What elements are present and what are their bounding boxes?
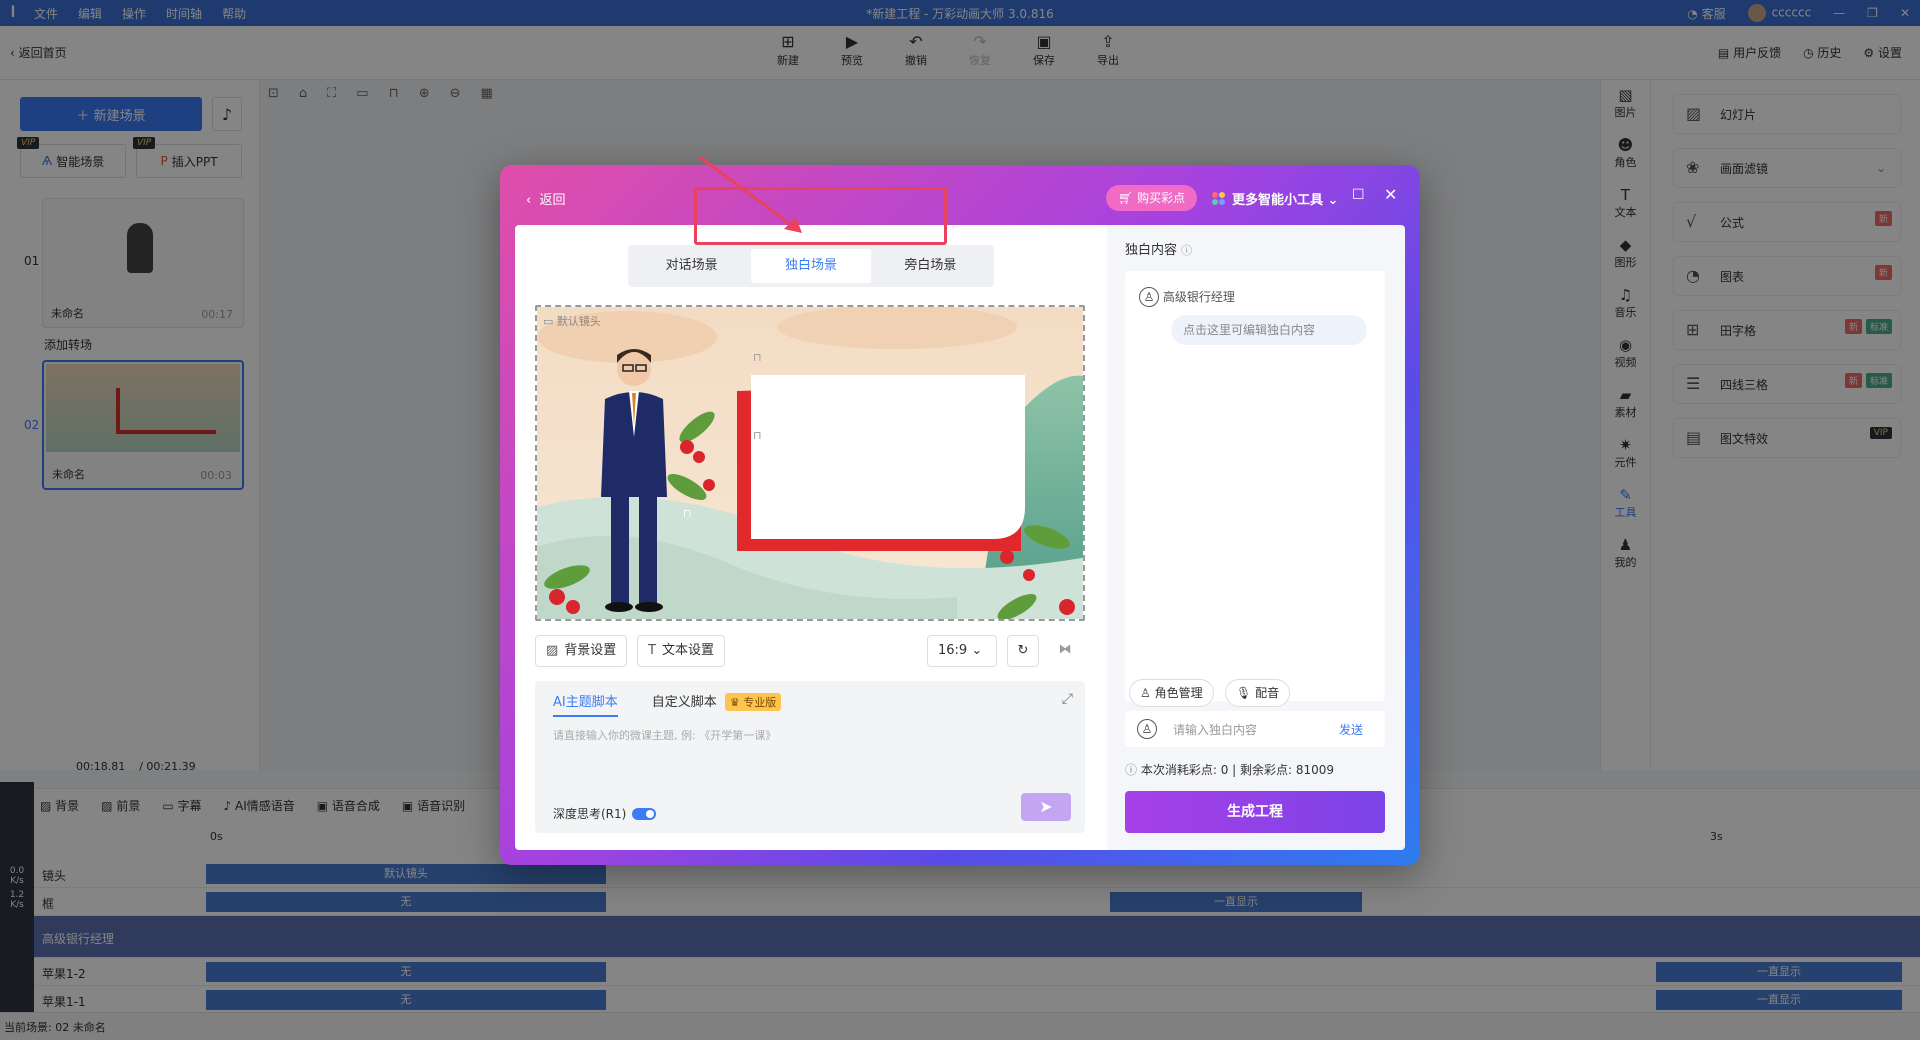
flip-button[interactable]: ⧓ [1049, 635, 1081, 667]
maximize-button[interactable]: ☐ [1352, 187, 1365, 203]
generate-project-button[interactable]: 生成工程 [1125, 791, 1385, 833]
script-panel: AI主题脚本 自定义脚本 ♛ 专业版 ⤢ 请直接输入你的微课主题, 例: 《开学… [535, 681, 1085, 833]
speaker-row: ♙ 高级银行经理 [1139, 287, 1235, 307]
cart-icon: 🛒︎ [1118, 191, 1134, 205]
send-button[interactable]: 发送 [1339, 721, 1363, 738]
dialog-close-button[interactable]: ✕ [1384, 185, 1397, 204]
dialog-back-label: 返回 [539, 193, 566, 208]
camera-label-text: 默认镜头 [556, 315, 601, 328]
dubbing-button[interactable]: 🎙︎ 配音 [1225, 679, 1291, 707]
text-icon: T [648, 643, 656, 658]
info-icon[interactable]: ⓘ [1181, 244, 1192, 257]
scene-preview-art [537, 307, 1083, 619]
toggle-switch[interactable] [632, 808, 657, 820]
buy-points-button[interactable]: 🛒︎ 购买彩点 [1106, 185, 1198, 211]
ai-scene-dialog: ‹ 返回 🛒︎ 购买彩点 更多智能小工具 ⌄ ☐ ✕ 对话场景 独白场景 旁白场… [500, 165, 1420, 865]
pro-badge-label: 专业版 [743, 696, 777, 709]
microphone-icon: 🎙︎ [1236, 686, 1252, 700]
chevron-down-icon: ⌄ [1327, 193, 1339, 208]
lock-icon[interactable]: ⊓ [1013, 493, 1022, 506]
dubbing-label: 配音 [1255, 686, 1280, 700]
expand-icon[interactable]: ⤢ [1062, 691, 1073, 707]
dialog-back-button[interactable]: ‹ 返回 [526, 189, 565, 208]
speaker-name: 高级银行经理 [1162, 290, 1235, 304]
deep-think-label: 深度思考(R1) [553, 807, 627, 821]
monologue-input[interactable]: ♙ 请输入独白内容 发送 [1125, 711, 1385, 747]
text-settings-button[interactable]: T 文本设置 [637, 635, 725, 667]
deep-think-toggle[interactable]: 深度思考(R1) [553, 805, 657, 822]
background-settings-button[interactable]: ▨ 背景设置 [535, 635, 628, 667]
script-input[interactable]: 请直接输入你的微课主题, 例: 《开学第一课》 [553, 727, 776, 743]
scene-preview[interactable]: ▭ 默认镜头 ⊓ ⊓ ⊓ ⊓ [535, 305, 1085, 621]
preview-controls: ▨ 背景设置 T 文本设置 16:9 ⌄ ↻ ⧓ [535, 635, 1085, 667]
monologue-bubble[interactable]: 点击这里可编辑独白内容 [1171, 315, 1367, 345]
text-settings-label: 文本设置 [661, 643, 714, 658]
user-icon: ♙ [1140, 686, 1151, 700]
info-icon: ⓘ [1125, 763, 1138, 777]
crown-icon: ♛ [729, 696, 740, 709]
monologue-title: 独白内容 ⓘ [1125, 239, 1192, 258]
person-icon: ♙ [1137, 719, 1157, 739]
tab-monologue-scene[interactable]: 独白场景 [751, 249, 871, 283]
lock-icon[interactable]: ⊓ [753, 351, 762, 364]
points-info: ⓘ 本次消耗彩点: 0 | 剩余彩点: 81009 [1125, 761, 1334, 778]
points-info-text: 本次消耗彩点: 0 | 剩余彩点: 81009 [1140, 763, 1335, 777]
bg-settings-label: 背景设置 [564, 643, 617, 658]
dialog-right-pane: 独白内容 ⓘ ♙ 高级银行经理 点击这里可编辑独白内容 ♙ 角色管理 🎙︎ 配音… [1107, 225, 1405, 850]
role-management-button[interactable]: ♙ 角色管理 [1129, 679, 1214, 707]
chevron-down-icon: ⌄ [971, 643, 983, 658]
reset-button[interactable]: ↻ [1007, 635, 1039, 667]
buy-points-label: 购买彩点 [1137, 191, 1186, 205]
background-icon: ▨ [546, 643, 559, 658]
send-icon: ➤ [1039, 797, 1053, 816]
custom-script-label: 自定义脚本 [651, 695, 717, 710]
camera-label: ▭ 默认镜头 [543, 315, 601, 328]
more-tools-label: 更多智能小工具 [1232, 193, 1324, 208]
monologue-content: ♙ 高级银行经理 点击这里可编辑独白内容 ♙ 角色管理 🎙︎ 配音 [1125, 271, 1385, 707]
lock-icon[interactable]: ⊓ [753, 429, 762, 442]
dialog-left-pane: 对话场景 独白场景 旁白场景 ▭ 默认镜头 ⊓ ⊓ ⊓ ⊓ ▨ 背景设置 T 文… [515, 225, 1107, 850]
flip-icon: ⧓ [1058, 642, 1072, 657]
apps-icon [1212, 192, 1226, 206]
refresh-icon: ↻ [1017, 643, 1029, 658]
scene-type-tabs: 对话场景 独白场景 旁白场景 [628, 245, 994, 287]
role-mgmt-label: 角色管理 [1154, 686, 1203, 700]
script-send-button[interactable]: ➤ [1021, 793, 1071, 821]
ratio-select[interactable]: 16:9 ⌄ [927, 635, 997, 667]
person-icon: ♙ [1139, 287, 1159, 307]
tab-ai-script[interactable]: AI主题脚本 [553, 691, 618, 717]
lock-icon[interactable]: ⊓ [683, 507, 692, 520]
tab-custom-script[interactable]: 自定义脚本 ♛ 专业版 [652, 691, 782, 717]
more-tools-dropdown[interactable]: 更多智能小工具 ⌄ [1212, 189, 1338, 208]
input-placeholder: 请输入独白内容 [1173, 723, 1258, 737]
script-tabs: AI主题脚本 自定义脚本 ♛ 专业版 [553, 691, 782, 717]
tab-narration-scene[interactable]: 旁白场景 [871, 249, 990, 283]
tab-dialogue-scene[interactable]: 对话场景 [632, 249, 751, 283]
pro-badge: ♛ 专业版 [724, 693, 782, 711]
monologue-title-text: 独白内容 [1125, 243, 1178, 258]
ratio-value: 16:9 [938, 643, 968, 658]
